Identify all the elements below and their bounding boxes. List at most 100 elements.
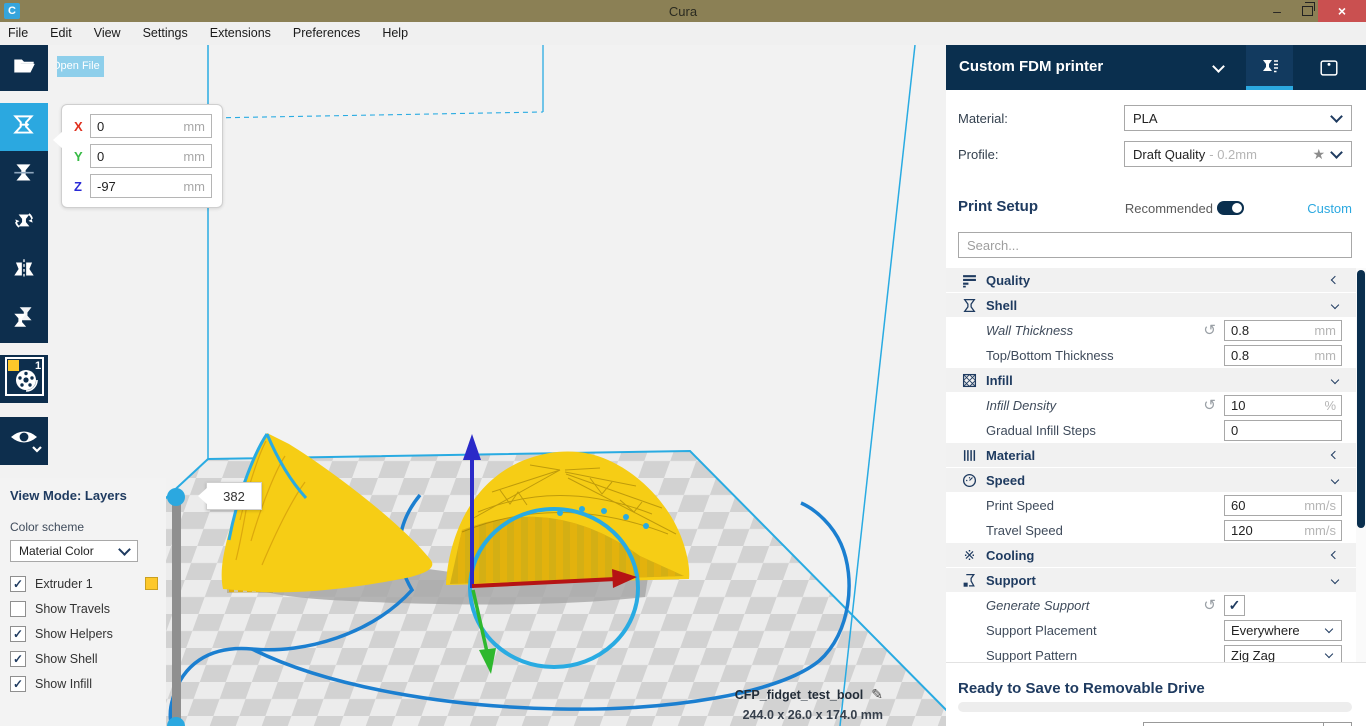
tab-print-setup[interactable] bbox=[1246, 45, 1293, 90]
category-support[interactable]: Support bbox=[946, 568, 1356, 592]
setting-input-top-bottom-thickness[interactable]: 0.8 mm bbox=[1224, 345, 1342, 366]
mirror-icon bbox=[10, 255, 38, 288]
setting-value: 0.8 bbox=[1231, 348, 1250, 363]
setting-input-print-speed[interactable]: 60 mm/s bbox=[1224, 495, 1342, 516]
menu-preferences[interactable]: Preferences bbox=[282, 22, 371, 45]
category-material[interactable]: Material bbox=[946, 443, 1356, 467]
revert-icon[interactable]: ↺ bbox=[1203, 598, 1216, 613]
setting-unit: % bbox=[1324, 398, 1336, 413]
tool-scale-button[interactable] bbox=[0, 151, 48, 199]
setting-input-wall-thickness[interactable]: 0.8 mm bbox=[1224, 320, 1342, 341]
print-setup-bar: Print Setup Recommended Custom bbox=[946, 180, 1366, 268]
chevron-down-icon bbox=[1212, 60, 1225, 73]
profile-dropdown[interactable]: Draft Quality - 0.2mm ★ bbox=[1124, 141, 1352, 167]
menu-extensions[interactable]: Extensions bbox=[199, 22, 282, 45]
mode-recommended-label[interactable]: Recommended bbox=[1125, 201, 1213, 216]
category-label: Material bbox=[986, 447, 1036, 463]
tool-rotate-button[interactable] bbox=[0, 199, 48, 247]
star-icon[interactable]: ★ bbox=[1312, 146, 1325, 163]
tab-monitor[interactable] bbox=[1305, 45, 1352, 90]
mode-custom-label[interactable]: Custom bbox=[1307, 201, 1352, 216]
category-quality[interactable]: Quality bbox=[946, 268, 1356, 292]
view-mode-panel: View Mode: Layers Color scheme Material … bbox=[0, 478, 166, 726]
view-option-show-travels: Show Travels bbox=[10, 596, 158, 621]
extruder-1-icon: 1 bbox=[1, 354, 47, 405]
checkbox-show-travels[interactable] bbox=[10, 600, 26, 617]
per-model-settings-icon bbox=[10, 303, 38, 336]
restore-icon bbox=[1301, 2, 1315, 16]
category-infill[interactable]: Infill bbox=[946, 368, 1356, 392]
axis-unit: mm bbox=[183, 148, 205, 164]
tool-open-file-button[interactable] bbox=[0, 45, 48, 91]
layer-label-notch bbox=[198, 487, 208, 505]
setting-checkbox-generate-support[interactable]: ✓ bbox=[1224, 595, 1245, 616]
tool-move-button[interactable] bbox=[0, 103, 48, 151]
axis-input-y[interactable]: 0 mm bbox=[90, 144, 212, 168]
settings-scrollbar-thumb[interactable] bbox=[1357, 270, 1365, 528]
chevron-down-icon bbox=[1330, 475, 1340, 485]
setting-input-travel-speed[interactable]: 120 mm/s bbox=[1224, 520, 1342, 541]
save-button-partial[interactable] bbox=[1143, 722, 1352, 726]
checkbox-show-shell[interactable]: ✓ bbox=[10, 650, 26, 667]
printer-selector[interactable]: Custom FDM printer bbox=[959, 58, 1103, 75]
axis-input-z[interactable]: -97 mm bbox=[90, 174, 212, 198]
view-option-label: Show Helpers bbox=[35, 626, 113, 641]
monitor-icon bbox=[1319, 59, 1338, 76]
layer-slider-top-handle[interactable] bbox=[167, 488, 185, 506]
menu-file[interactable]: File bbox=[8, 22, 39, 45]
color-scheme-dropdown[interactable]: Material Color bbox=[10, 540, 138, 562]
chevron-down-icon bbox=[1330, 300, 1340, 310]
setting-input-gradual-infill-steps[interactable]: 0 bbox=[1224, 420, 1342, 441]
tool-mirror-button[interactable] bbox=[0, 247, 48, 295]
profile-label: Profile: bbox=[958, 147, 999, 162]
view-mode-title: View Mode: Layers bbox=[10, 488, 127, 503]
settings-search bbox=[958, 232, 1352, 258]
toggle-knob bbox=[1232, 203, 1242, 213]
menu-view[interactable]: View bbox=[83, 22, 132, 45]
tool-per-model-settings-button[interactable] bbox=[0, 295, 48, 343]
setting-label: Print Speed bbox=[986, 498, 1054, 513]
infill-icon bbox=[962, 373, 977, 388]
setting-label: Wall Thickness bbox=[986, 323, 1074, 338]
category-label: Support bbox=[986, 572, 1036, 588]
setting-unit: mm bbox=[1314, 323, 1336, 338]
setting-row-support-placement: Support Placement Everywhere bbox=[946, 618, 1356, 643]
checkbox-show-infill[interactable]: ✓ bbox=[10, 675, 26, 692]
extruder-color-swatch bbox=[145, 577, 158, 590]
category-speed[interactable]: Speed bbox=[946, 468, 1356, 492]
close-button[interactable]: × bbox=[1318, 0, 1366, 22]
layer-slider-track[interactable] bbox=[172, 490, 181, 726]
chevron-down-icon bbox=[1324, 624, 1334, 634]
tool-view-mode-button[interactable] bbox=[0, 417, 48, 465]
setup-mode-toggle[interactable] bbox=[1217, 201, 1244, 215]
material-dropdown[interactable]: PLA bbox=[1124, 105, 1352, 131]
setting-unit: mm/s bbox=[1304, 523, 1336, 538]
minimize-button[interactable]: – bbox=[1262, 0, 1292, 22]
axis-row-y: Y 0 mm bbox=[74, 144, 212, 168]
rename-pencil-icon[interactable]: ✎ bbox=[871, 686, 883, 703]
axis-input-x[interactable]: 0 mm bbox=[90, 114, 212, 138]
category-cooling[interactable]: ※ Cooling bbox=[946, 543, 1356, 567]
layer-number-label: 382 bbox=[198, 482, 262, 510]
settings-search-input[interactable] bbox=[959, 233, 1351, 257]
tool-extruder-1-button[interactable]: 1 bbox=[0, 355, 48, 403]
setting-label: Support Pattern bbox=[986, 648, 1078, 663]
revert-icon[interactable]: ↺ bbox=[1203, 323, 1216, 338]
model-info: CFP_fidget_test_bool ✎ 244.0 x 26.0 x 17… bbox=[640, 686, 883, 722]
category-shell[interactable]: Shell bbox=[946, 293, 1356, 317]
menu-edit[interactable]: Edit bbox=[39, 22, 83, 45]
support-icon bbox=[962, 573, 977, 588]
setting-dropdown-support-placement[interactable]: Everywhere bbox=[1224, 620, 1342, 641]
menu-help[interactable]: Help bbox=[371, 22, 419, 45]
checkbox-show-helpers[interactable]: ✓ bbox=[10, 625, 26, 642]
revert-icon[interactable]: ↺ bbox=[1203, 398, 1216, 413]
print-setup-icon bbox=[1262, 59, 1278, 72]
view-option-label: Extruder 1 bbox=[35, 576, 93, 591]
menu-settings[interactable]: Settings bbox=[132, 22, 199, 45]
axis-label-x: X bbox=[74, 118, 83, 134]
setting-input-infill-density[interactable]: 10% bbox=[1224, 395, 1342, 416]
category-label: Infill bbox=[986, 372, 1013, 388]
setting-unit: mm/s bbox=[1304, 498, 1336, 513]
checkbox-extruder-1[interactable]: ✓ bbox=[10, 575, 26, 592]
setting-label: Gradual Infill Steps bbox=[986, 423, 1096, 438]
